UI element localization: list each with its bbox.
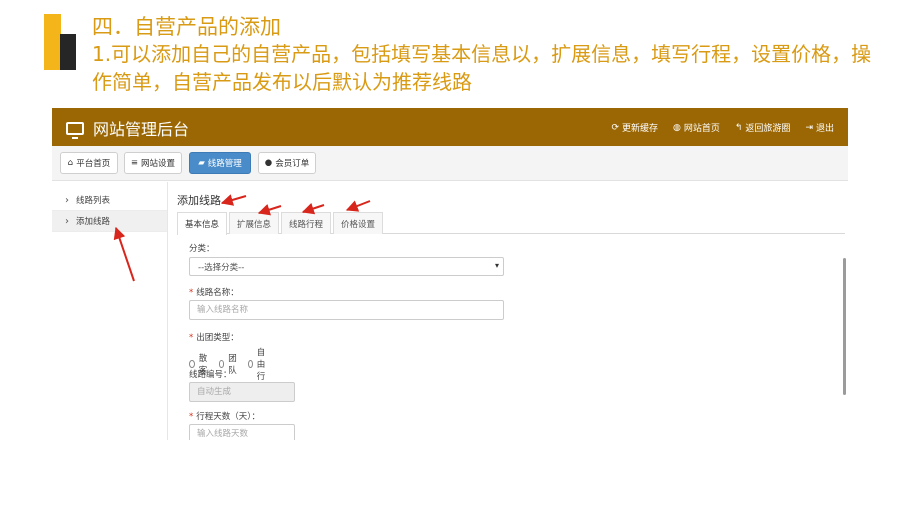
globe-icon: ◍ <box>673 122 681 133</box>
main-content: 添加线路 基本信息 扩展信息 线路行程 价格设置 分类： --选择分类-- ▾ … <box>169 182 846 440</box>
top-bar: 网站管理后台 ⟳ 更新缓存 ◍ 网站首页 ↰ 返回旅游圈 ⇥ 退出 <box>52 108 848 146</box>
refresh-icon: ⟳ <box>611 122 619 133</box>
radio-circle-icon[interactable] <box>248 360 253 368</box>
member-orders-button[interactable]: ● 会员订单 <box>258 152 316 174</box>
accent-bar-dark <box>60 34 76 70</box>
scrollbar[interactable] <box>843 258 846 395</box>
monitor-icon <box>66 121 84 139</box>
chevron-right-icon: › <box>65 215 69 227</box>
folder-icon: ▰ <box>198 158 205 168</box>
tab-price-settings[interactable]: 价格设置 <box>333 212 383 234</box>
site-settings-button[interactable]: ≡ 网站设置 <box>124 152 182 174</box>
top-link-label: 退出 <box>815 124 834 134</box>
home-icon: ⌂ <box>67 158 74 168</box>
slide-description: 1.可以添加自己的自营产品，包括填写基本信息以，扩展信息，填写行程，设置价格，操… <box>92 42 872 94</box>
sidebar-item-label: 线路列表 <box>76 196 111 206</box>
nav-button-label: 线路管理 <box>207 159 242 169</box>
sidebar-item-route-list[interactable]: › 线路列表 <box>52 190 167 211</box>
brand[interactable]: 网站管理后台 <box>66 116 189 140</box>
tab-itinerary[interactable]: 线路行程 <box>281 212 331 234</box>
group-type-option[interactable]: 自由行 <box>248 346 269 382</box>
accent-bar-yellow <box>44 14 61 70</box>
category-select[interactable]: --选择分类-- ▾ <box>189 257 504 276</box>
platform-home-button[interactable]: ⌂ 平台首页 <box>60 152 118 174</box>
logout-icon: ⇥ <box>805 122 813 133</box>
top-link-label: 更新缓存 <box>621 124 658 134</box>
nav-toolbar: ⌂ 平台首页 ≡ 网站设置 ▰ 线路管理 ● 会员订单 <box>52 146 848 181</box>
category-label: 分类： <box>189 244 215 254</box>
sidebar: › 线路列表 › 添加线路 <box>52 182 168 440</box>
list-icon: ≡ <box>130 158 139 168</box>
radio-circle-icon[interactable] <box>189 360 195 368</box>
site-home-link[interactable]: ◍ 网站首页 <box>673 121 720 135</box>
chevron-right-icon: › <box>65 194 69 206</box>
admin-screenshot: 网站管理后台 ⟳ 更新缓存 ◍ 网站首页 ↰ 返回旅游圈 ⇥ 退出 ⌂ 平台首页 <box>52 108 848 440</box>
tab-extended-info[interactable]: 扩展信息 <box>229 212 279 234</box>
top-link-label: 返回旅游圈 <box>745 124 791 134</box>
nav-button-label: 平台首页 <box>76 159 111 169</box>
sidebar-item-add-route[interactable]: › 添加线路 <box>52 211 167 232</box>
user-icon: ● <box>264 158 273 168</box>
tab-basic-info[interactable]: 基本信息 <box>177 212 227 235</box>
route-code-label: 线路编号： <box>189 370 232 380</box>
reply-icon: ↰ <box>734 122 743 133</box>
slide-title: 四．自营产品的添加 <box>92 15 281 39</box>
route-name-input[interactable] <box>189 300 504 320</box>
sidebar-item-label: 添加线路 <box>76 217 111 227</box>
category-select-value: --选择分类-- <box>198 262 245 273</box>
route-name-label: * 线路名称： <box>189 288 239 298</box>
route-code-input <box>189 382 295 402</box>
page-title: 添加线路 <box>177 194 221 207</box>
tab-bar: 基本信息 扩展信息 线路行程 价格设置 <box>177 210 845 235</box>
nav-button-label: 网站设置 <box>141 159 176 169</box>
group-type-label: * 出团类型： <box>189 333 239 343</box>
trip-days-input[interactable] <box>189 424 295 440</box>
trip-days-label: * 行程天数（天）： <box>189 412 261 422</box>
logout-link[interactable]: ⇥ 退出 <box>805 121 834 135</box>
back-to-circle-link[interactable]: ↰ 返回旅游圈 <box>734 121 791 135</box>
nav-button-label: 会员订单 <box>275 159 310 169</box>
brand-title: 网站管理后台 <box>93 120 190 139</box>
caret-down-icon: ▾ <box>494 261 499 270</box>
top-link-label: 网站首页 <box>683 124 720 134</box>
route-manage-button[interactable]: ▰ 线路管理 <box>189 152 251 174</box>
radio-circle-icon[interactable] <box>218 360 225 368</box>
top-links: ⟳ 更新缓存 ◍ 网站首页 ↰ 返回旅游圈 ⇥ 退出 <box>611 121 834 135</box>
refresh-cache-link[interactable]: ⟳ 更新缓存 <box>611 121 658 135</box>
